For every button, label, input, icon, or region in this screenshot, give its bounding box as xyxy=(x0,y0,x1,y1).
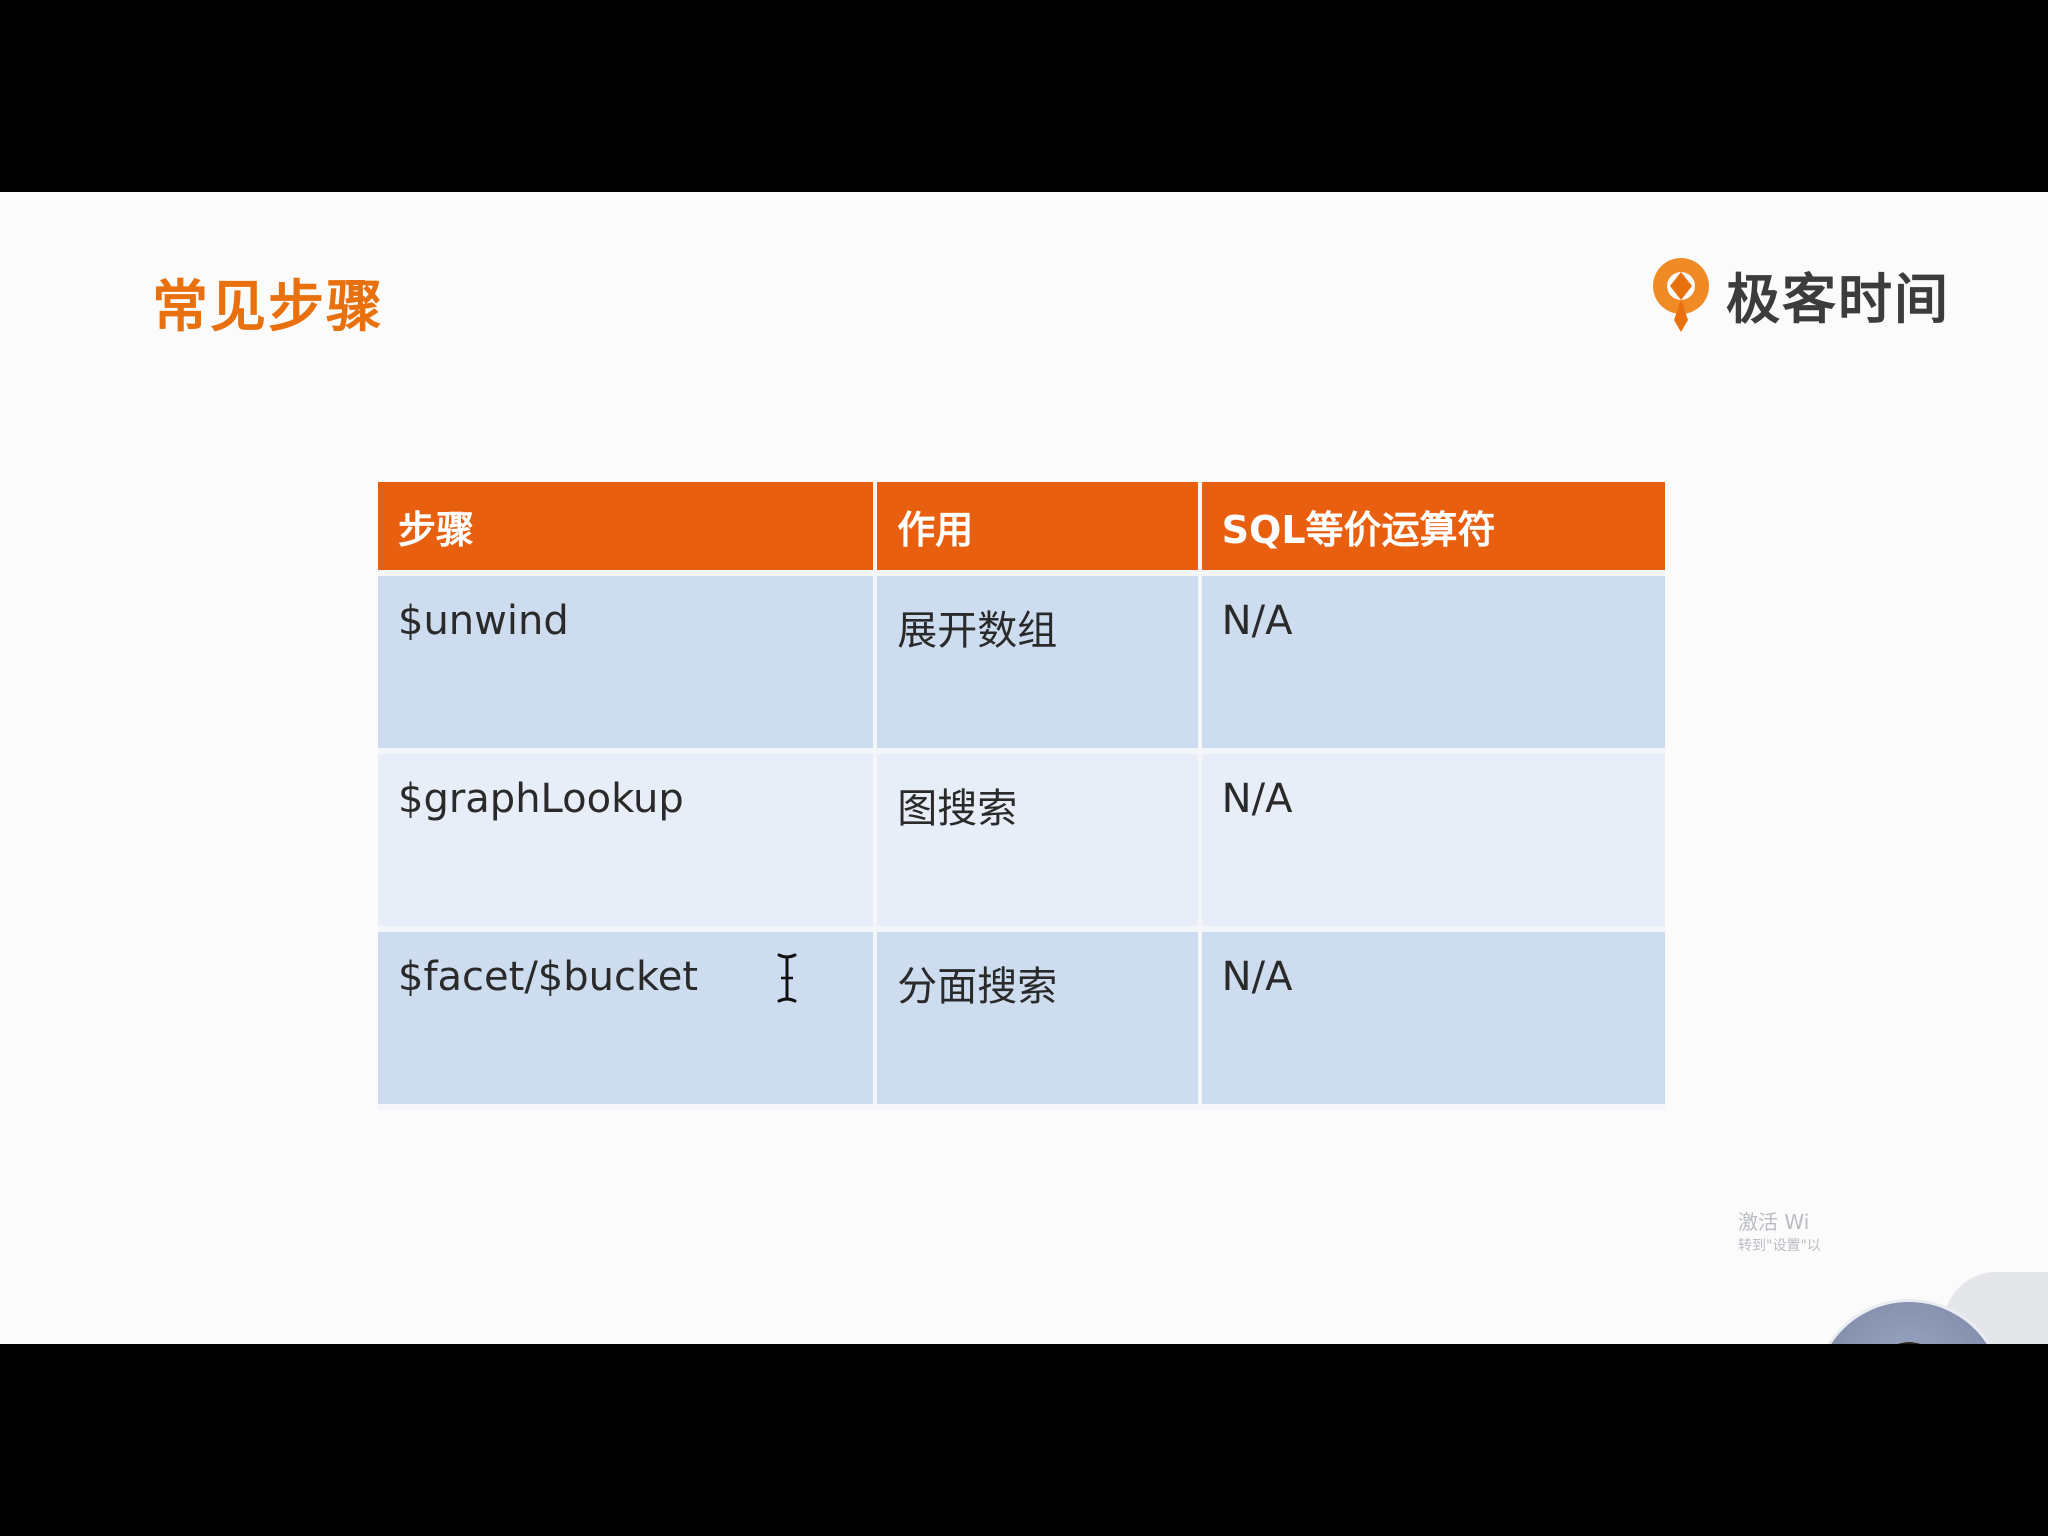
cell-sql: N/A xyxy=(1201,576,1665,754)
cell-sql: N/A xyxy=(1201,754,1665,932)
table-header-row: 步骤 作用 SQL等价运算符 xyxy=(378,482,1665,576)
watermark-line1: 激活 Wi xyxy=(1738,1210,1810,1234)
cell-sql: N/A xyxy=(1201,932,1665,1110)
cell-purpose: 分面搜索 xyxy=(877,932,1202,1110)
cell-step: $facet/$bucket xyxy=(378,932,878,1110)
cell-purpose: 展开数组 xyxy=(877,576,1202,754)
geektime-logo: 极客时间 xyxy=(1648,254,1950,334)
letterbox-top xyxy=(0,0,2048,192)
cell-step: $unwind xyxy=(378,576,878,754)
steps-table: 步骤 作用 SQL等价运算符 $unwind 展开数组 N/A $graphLo… xyxy=(378,482,1665,1110)
letterbox-bottom xyxy=(0,1344,2048,1536)
table-row: $facet/$bucket 分面搜索 N/A xyxy=(378,932,1665,1110)
header-purpose: 作用 xyxy=(877,482,1202,576)
text-cursor-icon xyxy=(777,953,797,1003)
watermark-line2: 转到"设置"以 xyxy=(1738,1238,1821,1254)
slide-title: 常见步骤 xyxy=(152,275,384,340)
logo-text: 极客时间 xyxy=(1726,267,1950,331)
windows-activation-watermark: 激活 Wi 转到"设置"以 xyxy=(1738,1210,1821,1258)
header-step: 步骤 xyxy=(378,482,878,576)
table-row: $unwind 展开数组 N/A xyxy=(378,576,1665,754)
cell-step: $graphLookup xyxy=(378,754,878,932)
cell-purpose: 图搜索 xyxy=(877,754,1202,932)
geektime-logo-icon xyxy=(1653,258,1709,332)
presentation-slide: 常见步骤 极客时间 步骤 作用 SQL等价运算符 $unwind 展开数组 N/… xyxy=(0,192,2048,1344)
header-sql-equivalent: SQL等价运算符 xyxy=(1201,482,1665,576)
table-row: $graphLookup 图搜索 N/A xyxy=(378,754,1665,932)
